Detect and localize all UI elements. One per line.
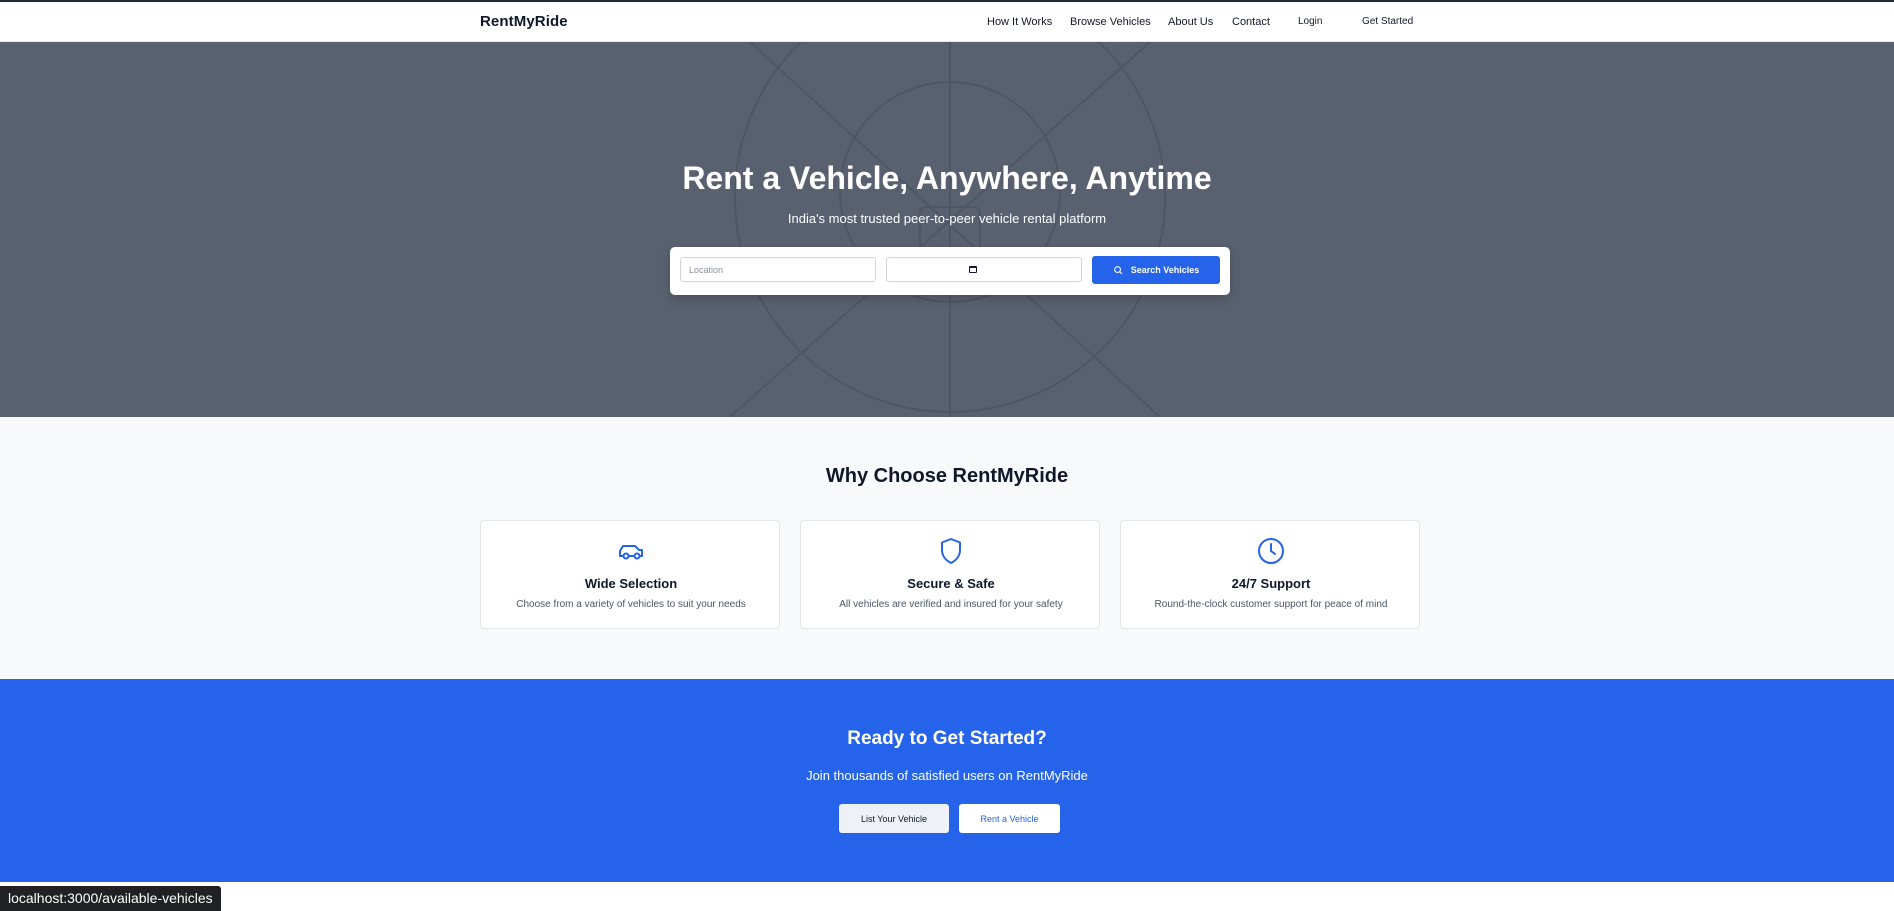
feature-title: Wide Selection (584, 576, 678, 591)
nav-link-contact[interactable]: Contact (1232, 16, 1270, 28)
cta-section: Ready to Get Started? Join thousands of … (0, 679, 1894, 882)
location-input[interactable] (680, 257, 876, 282)
calendar-icon[interactable] (969, 266, 977, 273)
brand-logo[interactable]: RentMyRide (480, 13, 568, 30)
feature-title: Secure & Safe (907, 576, 995, 591)
feature-description: Round-the-clock customer support for pea… (1154, 599, 1388, 610)
navbar: RentMyRide How It Works Browse Vehicles … (0, 2, 1894, 42)
cta-title: Ready to Get Started? (847, 728, 1047, 749)
clock-icon (1258, 538, 1284, 564)
search-vehicles-label: Search Vehicles (1130, 265, 1200, 275)
cta-subtitle: Join thousands of satisfied users on Ren… (806, 768, 1088, 783)
search-icon (1113, 266, 1122, 275)
feature-card-secure-safe: Secure & Safe All vehicles are verified … (800, 520, 1100, 629)
features-title: Why Choose RentMyRide (825, 465, 1069, 487)
shield-icon (941, 538, 961, 564)
nav-link-browse-vehicles[interactable]: Browse Vehicles (1070, 16, 1151, 28)
search-vehicles-button[interactable]: Search Vehicles (1092, 256, 1220, 284)
list-your-vehicle-button[interactable]: List Your Vehicle (839, 804, 949, 833)
feature-description: Choose from a variety of vehicles to sui… (516, 599, 746, 610)
search-card: Search Vehicles (670, 247, 1230, 295)
hero-subtitle: India's most trusted peer-to-peer vehicl… (787, 211, 1107, 226)
hero-section: Rent a Vehicle, Anywhere, Anytime India'… (0, 42, 1894, 417)
link-preview-status-bar: localhost:3000/available-vehicles (0, 886, 221, 911)
nav-link-about-us[interactable]: About Us (1168, 16, 1213, 28)
rent-a-vehicle-button[interactable]: Rent a Vehicle (959, 804, 1060, 833)
features-section: Why Choose RentMyRide Wide Selection Cho… (0, 417, 1894, 679)
feature-card-24-7-support: 24/7 Support Round-the-clock customer su… (1120, 520, 1420, 629)
car-icon (619, 545, 643, 560)
login-button[interactable]: Login (1298, 16, 1322, 27)
hero-background-car-illustration (729, 42, 1166, 417)
get-started-button[interactable]: Get Started (1362, 16, 1413, 27)
date-input[interactable] (886, 257, 1082, 282)
feature-title: 24/7 Support (1231, 576, 1311, 591)
feature-card-wide-selection: Wide Selection Choose from a variety of … (480, 520, 780, 629)
feature-description: All vehicles are verified and insured fo… (839, 599, 1063, 610)
nav-link-how-it-works[interactable]: How It Works (987, 16, 1052, 28)
hero-title: Rent a Vehicle, Anywhere, Anytime (682, 160, 1212, 196)
